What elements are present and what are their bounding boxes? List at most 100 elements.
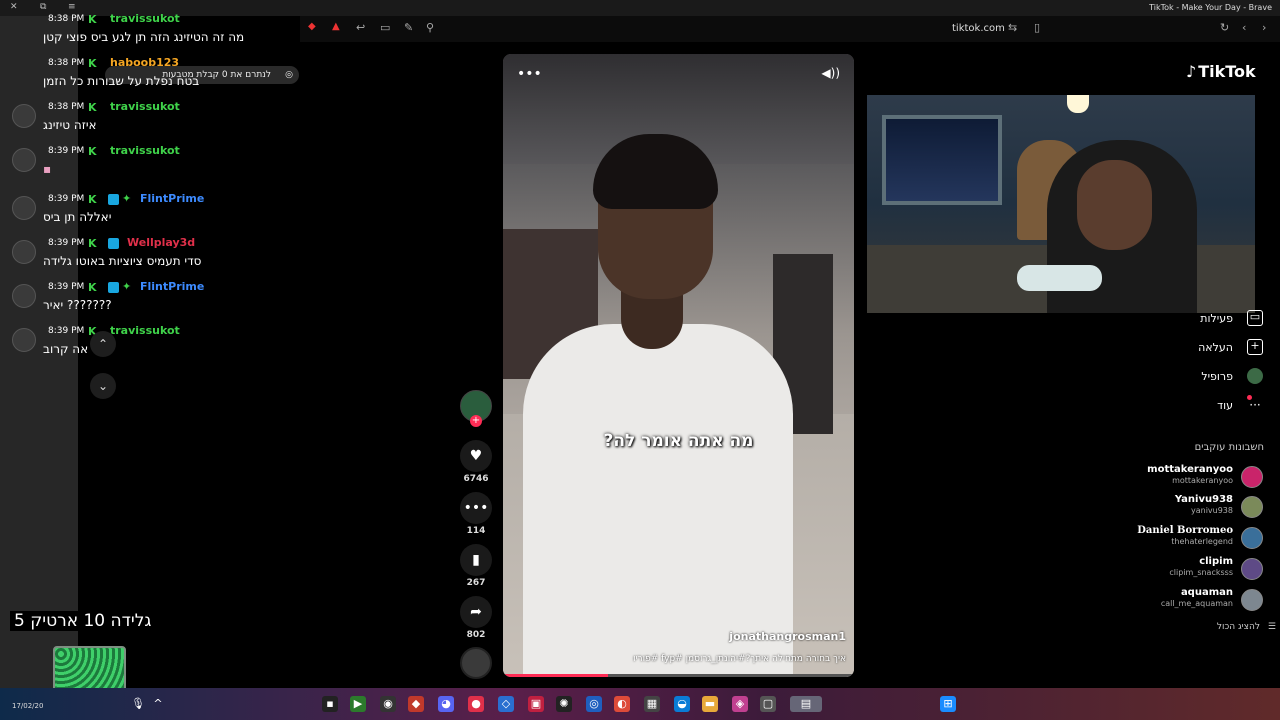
- message-username[interactable]: haboob123: [110, 56, 179, 69]
- app-icon[interactable]: ▦: [644, 696, 660, 712]
- reload-icon[interactable]: ↻: [1220, 21, 1229, 34]
- account-name: Daniel Borromeo: [1137, 525, 1233, 536]
- share-button[interactable]: ➦ 802: [460, 596, 492, 640]
- avatar: [1241, 589, 1263, 611]
- like-button[interactable]: ♥ 6746: [460, 440, 492, 484]
- sidebar-item-activity[interactable]: פעילות ▭: [1140, 308, 1265, 330]
- app-icon[interactable]: ▣: [528, 696, 544, 712]
- tiktok-logo[interactable]: ♪ TikTok: [1186, 62, 1256, 81]
- following-account[interactable]: Yanivu938 yanivu938: [1140, 494, 1265, 522]
- upload-icon: +: [1247, 339, 1263, 355]
- app-icon[interactable]: ▢: [760, 696, 776, 712]
- account-handle: call_me_aquaman: [1160, 599, 1233, 608]
- comment-icon[interactable]: •••: [460, 492, 492, 524]
- message-time: 8:38 PM: [48, 14, 85, 24]
- brave-icon[interactable]: ◆: [408, 696, 424, 712]
- sidebar-item-label: עוד: [1217, 399, 1233, 412]
- show-all-link[interactable]: להציג הכול: [1217, 622, 1260, 632]
- extension-icon[interactable]: ⚲: [426, 21, 434, 34]
- message-username[interactable]: travissukot: [110, 12, 180, 25]
- logo-text: TikTok: [1198, 62, 1256, 81]
- more-options-icon[interactable]: •••: [517, 66, 542, 82]
- next-video-button[interactable]: ⌄: [90, 373, 116, 399]
- avatar: [1241, 558, 1263, 580]
- brave-rewards-icon[interactable]: ▲: [332, 21, 340, 32]
- previous-video-button[interactable]: ⌃: [90, 331, 116, 357]
- profile-icon: [1247, 368, 1263, 384]
- kick-badge-icon: K: [88, 281, 97, 294]
- app-icon[interactable]: ◈: [732, 696, 748, 712]
- save-count: 267: [466, 578, 486, 588]
- video-progress-fill: [503, 674, 609, 677]
- message-username[interactable]: travissukot: [110, 100, 180, 113]
- kick-badge-icon: K: [88, 237, 97, 250]
- avatar: [12, 104, 36, 128]
- message-time: 8:39 PM: [48, 282, 85, 292]
- app-icon[interactable]: ●: [468, 696, 484, 712]
- discord-icon[interactable]: ◕: [438, 696, 454, 712]
- subscriber-badge-icon: [108, 194, 119, 205]
- star-badge-icon: ✦: [122, 192, 132, 205]
- address-bar[interactable]: ◆ ▲ ↩ ▭ ✎ ⚲ tiktok.com ⇆ ▯ ↻ ‹ ›: [300, 16, 1280, 42]
- message-username[interactable]: travissukot: [110, 324, 180, 337]
- brave-shield-icon[interactable]: ◆: [308, 21, 316, 32]
- chrome-icon[interactable]: ◐: [614, 696, 630, 712]
- message-username[interactable]: FlintPrime: [140, 280, 204, 293]
- bookmark-icon[interactable]: ▮: [460, 544, 492, 576]
- tray-up-icon[interactable]: ^: [150, 696, 166, 712]
- follow-plus-icon[interactable]: +: [470, 415, 482, 427]
- message-username[interactable]: Wellplay3d: [127, 236, 195, 249]
- message-username[interactable]: travissukot: [110, 144, 180, 157]
- account-name: mottakeranyoo: [1147, 464, 1233, 475]
- following-account[interactable]: clipim clipim_snacksss: [1140, 556, 1265, 584]
- app-icon[interactable]: ▪: [322, 696, 338, 712]
- back-icon[interactable]: ‹: [1242, 21, 1246, 34]
- app-icon[interactable]: ◉: [380, 696, 396, 712]
- video-description[interactable]: איך בחורה מתחילה איתך?#יהונתן_גרוסמן #fy…: [633, 654, 846, 664]
- sidebar-item-profile[interactable]: פרופיל: [1140, 366, 1265, 388]
- message-text: ??????? יאיר: [43, 298, 112, 312]
- following-account[interactable]: Daniel Borromeo thehaterlegend: [1137, 525, 1265, 553]
- account-handle: clipim_snacksss: [1169, 568, 1233, 577]
- sidebar-item-more[interactable]: עוד ···: [1140, 395, 1265, 417]
- forward-icon[interactable]: ›: [1262, 21, 1266, 34]
- message-text: סדי תעמיס ציוציות באוטו גלידה: [43, 254, 202, 268]
- avatar: [12, 328, 36, 352]
- comment-button[interactable]: ••• 114: [460, 492, 492, 536]
- message-time: 8:39 PM: [48, 326, 85, 336]
- heart-icon[interactable]: ♥: [460, 440, 492, 472]
- music-disc-icon[interactable]: [460, 647, 492, 679]
- activity-icon: ▭: [1247, 310, 1263, 326]
- following-account[interactable]: aquaman call_me_aquaman: [1140, 587, 1265, 615]
- bookmark-icon[interactable]: ▯: [1034, 21, 1040, 34]
- windows-start-icon[interactable]: ⊞: [940, 696, 956, 712]
- url-text[interactable]: tiktok.com: [952, 23, 1005, 34]
- edge-icon[interactable]: ◒: [674, 696, 690, 712]
- chatgpt-icon[interactable]: ✺: [556, 696, 572, 712]
- extension-icon[interactable]: ✎: [404, 21, 413, 34]
- video-progress-bar[interactable]: [503, 674, 854, 677]
- extension-icon[interactable]: ↩: [356, 21, 365, 34]
- following-account[interactable]: mottakeranyoo mottakeranyoo: [1140, 464, 1265, 492]
- list-icon: ☰: [1267, 622, 1276, 632]
- avatar: [1241, 527, 1263, 549]
- site-settings-icon[interactable]: ⇆: [1008, 21, 1017, 34]
- account-handle: mottakeranyoo: [1172, 476, 1233, 485]
- volume-icon[interactable]: ◀)): [821, 66, 840, 80]
- video-author[interactable]: jonathangrosman1: [729, 630, 846, 643]
- app-icon[interactable]: ◇: [498, 696, 514, 712]
- app-icon[interactable]: ▤: [790, 696, 822, 712]
- app-icon[interactable]: ◎: [586, 696, 602, 712]
- sidebar-item-upload[interactable]: העלאה +: [1140, 337, 1265, 359]
- extension-icon[interactable]: ▭: [380, 21, 390, 34]
- video-player[interactable]: ••• ◀)) מה אתה אומר לה? jonathangrosman1…: [503, 54, 854, 677]
- folder-icon[interactable]: ▬: [702, 696, 718, 712]
- message-text: יאללה תן ביס: [43, 210, 112, 224]
- app-icon[interactable]: ▶: [350, 696, 366, 712]
- save-button[interactable]: ▮ 267: [460, 544, 492, 588]
- message-username[interactable]: FlintPrime: [140, 192, 204, 205]
- comment-count: 114: [466, 526, 486, 536]
- mic-icon[interactable]: 🎙: [130, 696, 146, 712]
- chip-sub: לנתרם את 0: [221, 70, 271, 80]
- share-icon[interactable]: ➦: [460, 596, 492, 628]
